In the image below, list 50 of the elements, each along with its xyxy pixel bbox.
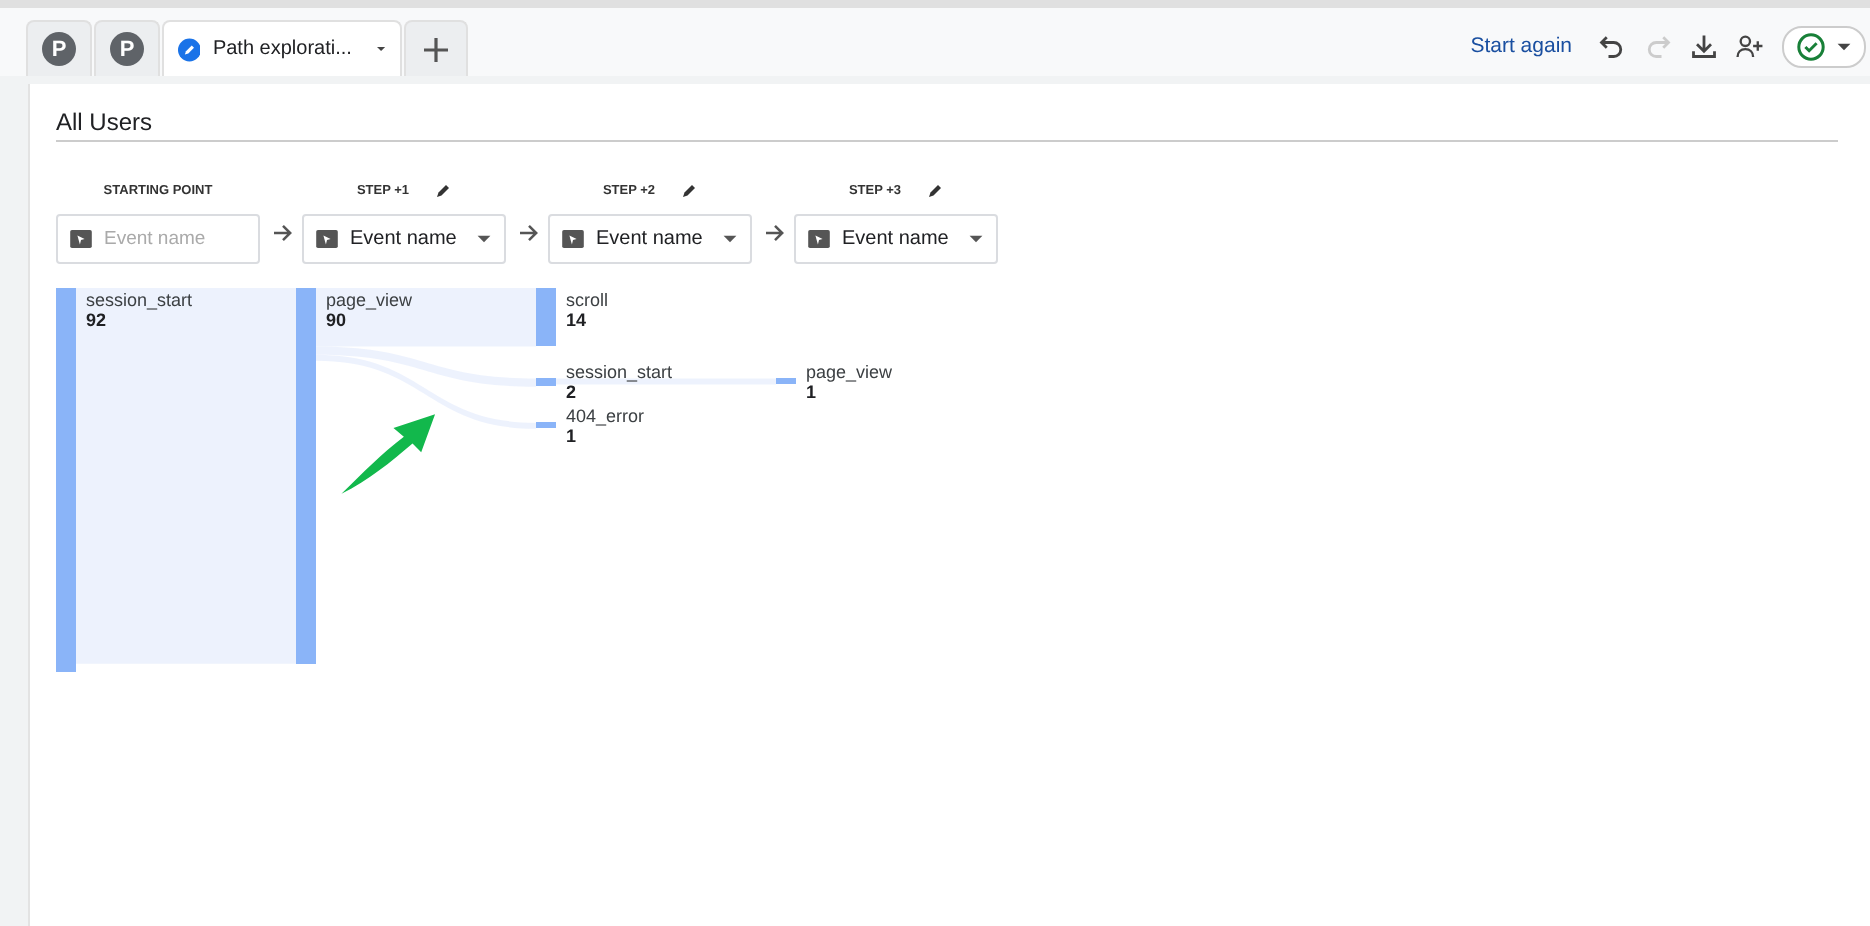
cursor-icon: [808, 230, 830, 248]
caret-icon: [968, 234, 984, 244]
cursor-icon: [562, 230, 584, 248]
pencil-icon[interactable]: [925, 181, 944, 199]
add-tab-button[interactable]: [404, 20, 468, 76]
caret-icon: [1836, 41, 1852, 51]
cursor-icon: [316, 230, 338, 248]
tab[interactable]: Path explorati...: [162, 20, 402, 76]
node-bar[interactable]: [776, 378, 796, 385]
node-count: 92: [86, 310, 109, 330]
event-name-dropdown[interactable]: Event name: [794, 214, 998, 264]
node-bar[interactable]: [56, 288, 76, 672]
node-label: session_start: [566, 362, 673, 383]
cursor-icon: [70, 230, 92, 248]
node-bar[interactable]: [536, 288, 556, 347]
event-name-dropdown[interactable]: Event name: [302, 214, 506, 264]
tab[interactable]: P: [94, 20, 160, 76]
caret-icon: [722, 234, 738, 244]
node-label: page_view: [326, 290, 413, 310]
arrow-icon: [764, 224, 786, 242]
event-name-dropdown[interactable]: Event name: [548, 214, 752, 264]
start-again-link[interactable]: Start again: [1470, 34, 1572, 58]
share-users-icon[interactable]: [1736, 32, 1764, 60]
node-bar[interactable]: [536, 422, 556, 429]
node-count: 2: [566, 382, 579, 403]
download-icon[interactable]: [1690, 32, 1718, 60]
node-bar[interactable]: [296, 288, 316, 664]
arrow-icon: [518, 224, 540, 242]
node-label: scroll: [566, 290, 609, 310]
arrow-icon: [272, 224, 294, 242]
pencil-icon[interactable]: [433, 181, 452, 199]
node-count: 1: [806, 382, 819, 403]
tab[interactable]: P: [26, 20, 92, 76]
pencil-icon[interactable]: [679, 181, 698, 199]
check-circle-icon: [1796, 31, 1826, 61]
node-bar[interactable]: [536, 378, 556, 387]
avatar-icon: P: [42, 32, 76, 66]
caret-icon: [476, 234, 492, 244]
avatar-icon: P: [110, 32, 144, 66]
node-count: 14: [566, 310, 589, 330]
caret-icon: [375, 44, 386, 54]
node-label: 404_error: [566, 406, 645, 427]
undo-icon[interactable]: [1598, 32, 1626, 60]
node-label: session_start: [86, 290, 193, 310]
node-count: 90: [326, 310, 349, 330]
segment-title: All Users: [56, 84, 1838, 142]
plus-icon: [422, 35, 450, 63]
node-count: 1: [566, 426, 579, 447]
status-dropdown[interactable]: [1782, 25, 1866, 67]
node-label: page_view: [806, 362, 893, 383]
